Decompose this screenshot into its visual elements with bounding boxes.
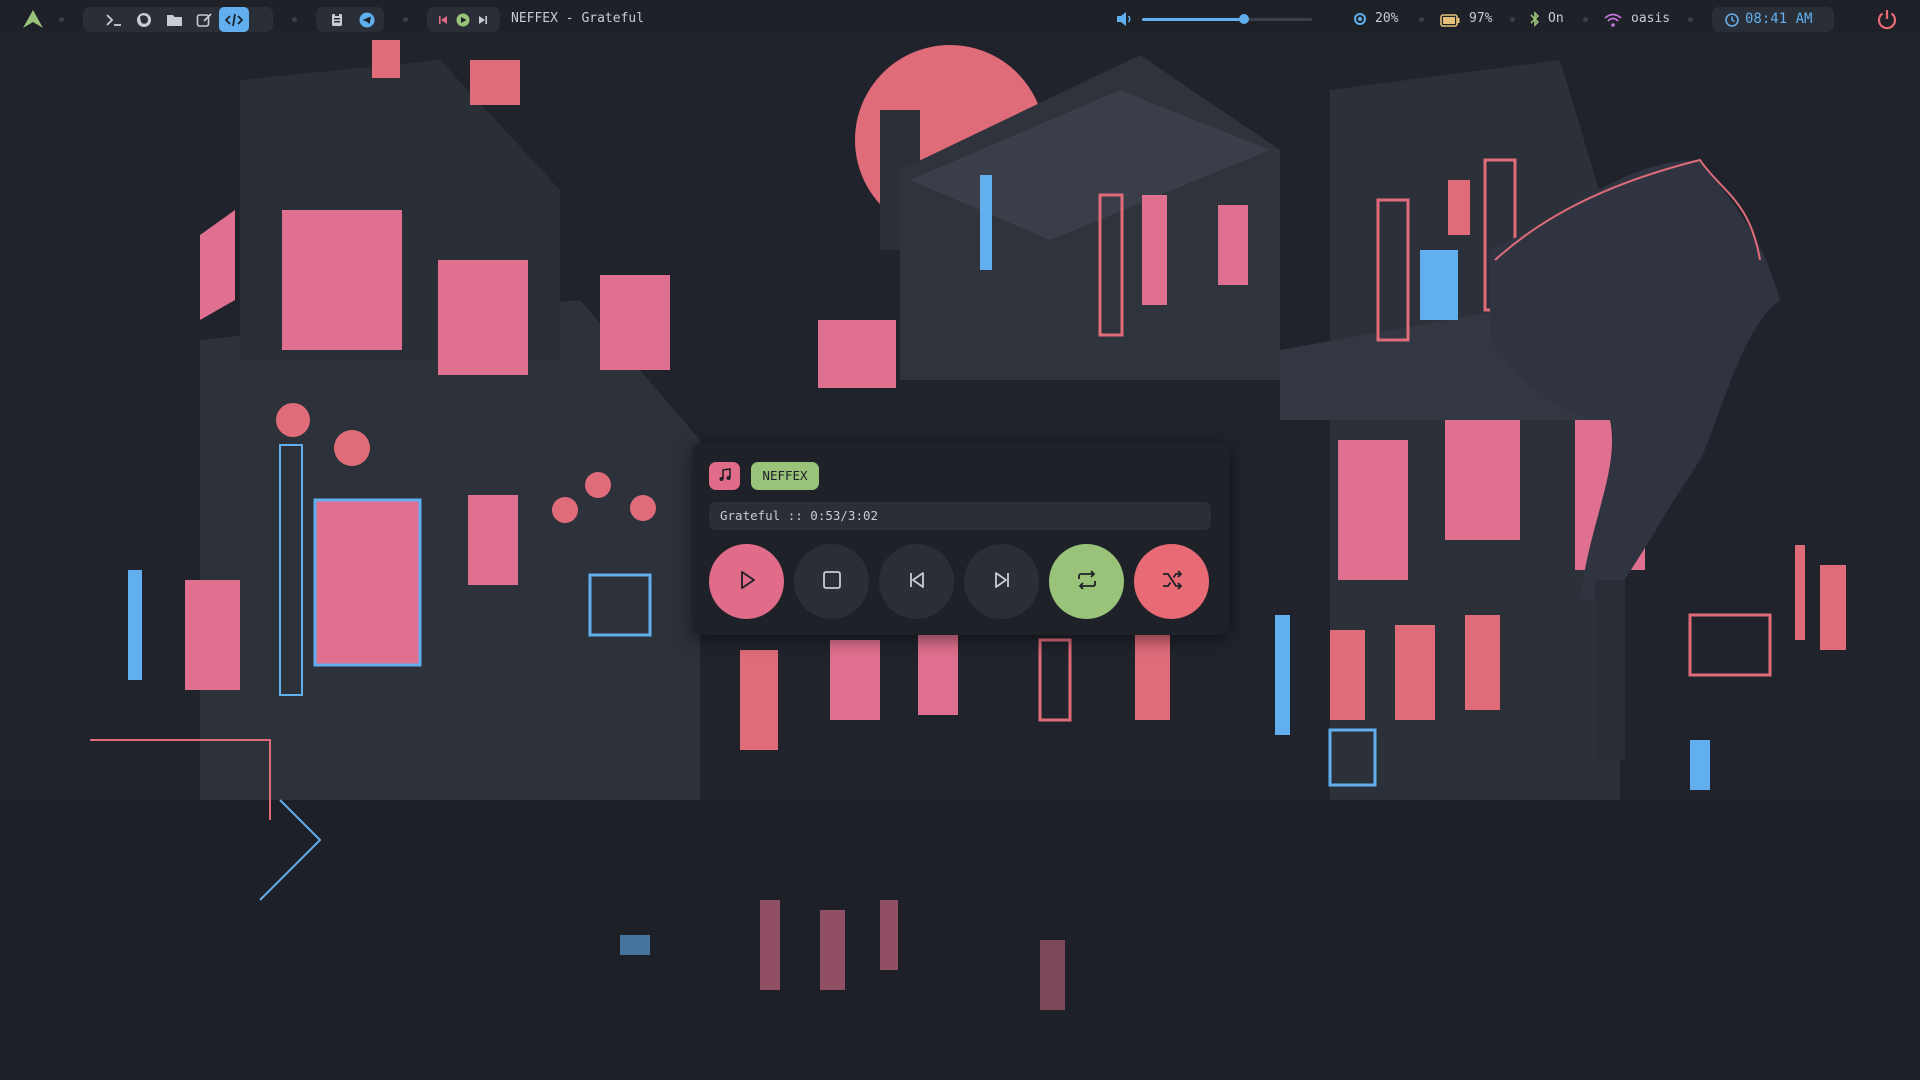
wifi-network[interactable]: oasis: [1631, 0, 1670, 38]
shuffle-icon: [1161, 569, 1183, 594]
telegram-icon[interactable]: [352, 7, 382, 32]
bluetooth-status[interactable]: On: [1548, 0, 1564, 38]
app-launcher-group: [83, 7, 273, 32]
separator-dot: [292, 17, 297, 22]
play-icon[interactable]: [453, 7, 473, 32]
artist-badge[interactable]: NEFFEX: [751, 462, 819, 490]
volume-icon[interactable]: [1116, 11, 1134, 31]
media-controls-mini: [427, 7, 500, 32]
next-icon[interactable]: [473, 7, 493, 32]
top-bar: NEFFEX - Grateful 20% 97% On oasis 08:41…: [0, 0, 1920, 38]
skip-back-icon: [907, 570, 927, 594]
music-note-icon: [718, 467, 732, 486]
previous-button[interactable]: [879, 544, 954, 619]
brightness-value[interactable]: 20%: [1375, 0, 1398, 38]
bluetooth-icon: [1530, 11, 1540, 31]
clock-time: 08:41 AM: [1745, 11, 1813, 27]
play-icon: [737, 570, 757, 594]
battery-value[interactable]: 97%: [1469, 0, 1492, 38]
separator-dot: [1419, 17, 1424, 22]
track-status: Grateful :: 0:53/3:02: [709, 502, 1211, 530]
volume-slider[interactable]: [1142, 14, 1312, 24]
repeat-icon: [1075, 569, 1099, 595]
separator-dot: [403, 17, 408, 22]
editor-icon[interactable]: [189, 7, 219, 32]
clipboard-icon[interactable]: [322, 7, 352, 32]
prev-icon[interactable]: [433, 7, 453, 32]
clock-icon: [1725, 12, 1739, 31]
separator-dot: [1688, 17, 1693, 22]
code-icon[interactable]: [219, 7, 249, 32]
brightness-icon: [1352, 11, 1368, 31]
stop-icon: [822, 570, 842, 594]
skip-forward-icon: [992, 570, 1012, 594]
volume-knob[interactable]: [1239, 14, 1249, 24]
next-button[interactable]: [964, 544, 1039, 619]
tray-group: [316, 7, 384, 32]
wifi-icon: [1604, 12, 1622, 31]
music-note-button[interactable]: [709, 462, 740, 490]
music-player-widget: NEFFEX Grateful :: 0:53/3:02: [692, 443, 1229, 635]
terminal-icon[interactable]: [99, 7, 129, 32]
repeat-button[interactable]: [1049, 544, 1124, 619]
play-button[interactable]: [709, 544, 784, 619]
firefox-icon[interactable]: [129, 7, 159, 32]
separator-dot: [1583, 17, 1588, 22]
folder-icon[interactable]: [159, 7, 189, 32]
arch-logo-icon[interactable]: [22, 9, 44, 29]
battery-icon: [1440, 12, 1460, 31]
volume-level: [1142, 18, 1244, 21]
shuffle-button[interactable]: [1134, 544, 1209, 619]
separator-dot: [1510, 17, 1515, 22]
power-icon[interactable]: [1876, 8, 1898, 34]
separator-dot: [59, 17, 64, 22]
stop-button[interactable]: [794, 544, 869, 619]
now-playing-title[interactable]: NEFFEX - Grateful: [511, 0, 644, 38]
clock[interactable]: 08:41 AM: [1712, 7, 1834, 32]
